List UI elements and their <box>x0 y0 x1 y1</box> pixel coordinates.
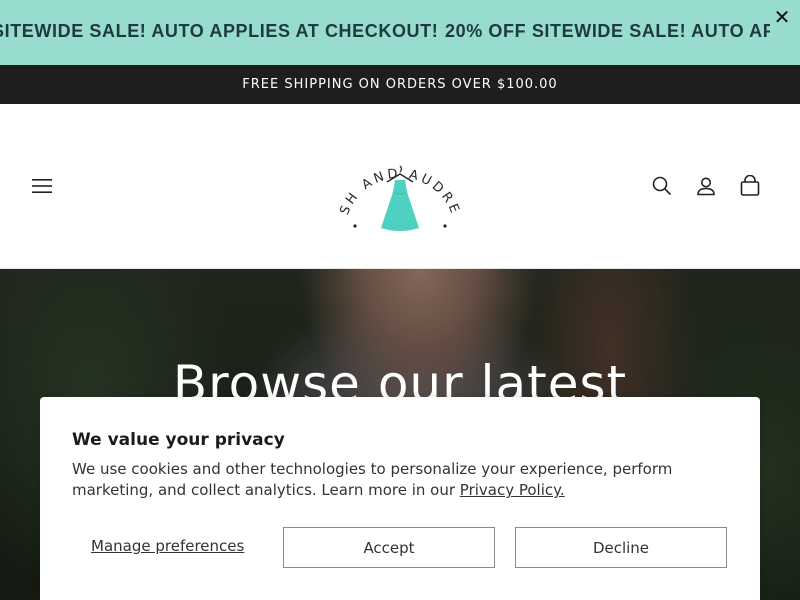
cart-button[interactable] <box>736 172 764 200</box>
manage-preferences-link[interactable]: Manage preferences <box>91 537 244 555</box>
cookie-title: We value your privacy <box>72 430 285 450</box>
cookie-description: We use cookies and other technologies to… <box>72 459 732 501</box>
accept-button[interactable]: Accept <box>283 527 495 568</box>
cookie-body: We use cookies and other technologies to… <box>72 460 673 499</box>
announcement-bar: FREE SHIPPING ON ORDERS OVER $100.00 <box>0 65 800 104</box>
search-button[interactable] <box>648 172 676 200</box>
cookie-consent-banner: We value your privacy We use cookies and… <box>40 397 760 600</box>
promo-marquee: SITEWIDE SALE! AUTO APPLIES AT CHECKOUT!… <box>0 0 770 65</box>
site-header: ASH AND AUDREY <box>0 104 800 269</box>
promo-text-2: 20% OFF SITEWIDE SALE! AUTO APPLIES AT C… <box>445 21 770 41</box>
account-icon <box>697 177 715 196</box>
promo-text-1: SITEWIDE SALE! AUTO APPLIES AT CHECKOUT! <box>0 21 439 41</box>
menu-icon <box>32 179 52 193</box>
promo-banner: SITEWIDE SALE! AUTO APPLIES AT CHECKOUT!… <box>0 0 800 65</box>
close-icon[interactable]: ✕ <box>770 5 794 29</box>
decline-button[interactable]: Decline <box>515 527 727 568</box>
cart-icon <box>740 175 760 196</box>
account-button[interactable] <box>692 172 720 200</box>
brand-logo[interactable]: ASH AND AUDREY <box>326 127 467 238</box>
search-icon <box>652 176 672 196</box>
privacy-policy-link[interactable]: Privacy Policy. <box>460 481 565 499</box>
menu-button[interactable] <box>28 172 56 200</box>
